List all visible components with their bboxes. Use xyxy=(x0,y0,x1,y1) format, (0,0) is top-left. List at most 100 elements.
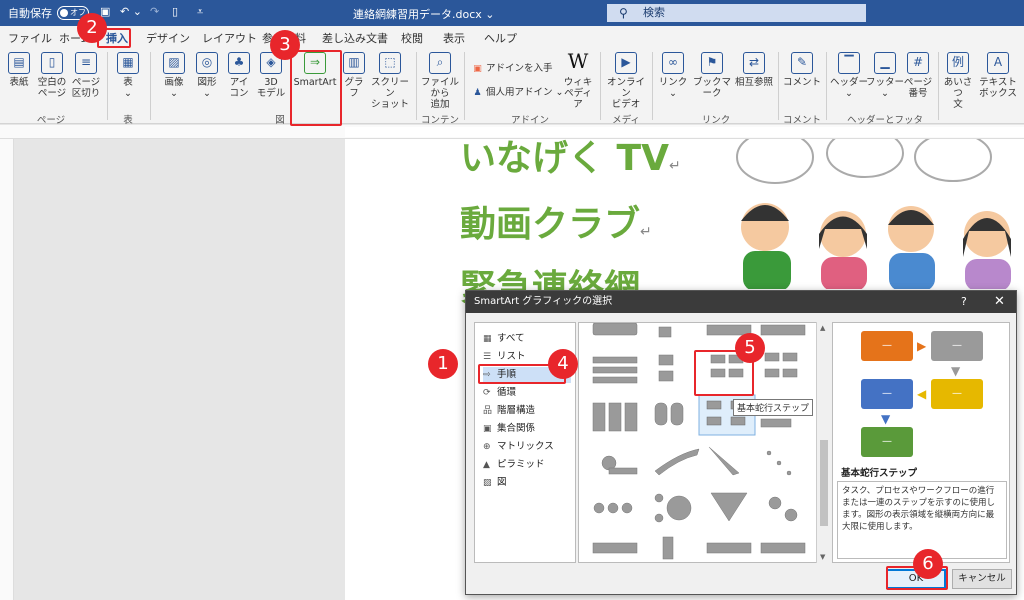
wikipedia-button[interactable]: W ウィキ ペディア xyxy=(560,51,596,110)
comment-button[interactable]: ✎ コメント xyxy=(782,52,822,88)
tab-view[interactable]: 表示 xyxy=(443,30,465,46)
help-button[interactable]: ? xyxy=(961,291,967,313)
link-button[interactable]: ∞ リンク ⌄ xyxy=(656,52,690,99)
add-from-file-button[interactable]: ⌕ ファイルから 追加 xyxy=(418,52,462,110)
file-icon[interactable]: ▯ xyxy=(172,5,178,18)
layout-thumb xyxy=(764,352,780,362)
my-addins-button[interactable]: ♟ 個人用アドイン ⌄ xyxy=(472,84,563,99)
table-button[interactable]: ▦ 表 ⌄ xyxy=(112,52,144,99)
page-number-button[interactable]: # ページ 番号 xyxy=(902,52,934,99)
tab-design[interactable]: デザイン xyxy=(146,30,190,46)
vertical-ruler[interactable] xyxy=(0,139,14,600)
list-icon: ☰ xyxy=(483,352,492,362)
tab-mailings[interactable]: 差し込み文書 xyxy=(322,30,388,46)
category-relationship[interactable]: ▣ 集合関係 xyxy=(483,421,571,437)
preview-step-4: — xyxy=(861,379,913,409)
gallery-scrollbar[interactable]: ▲ ▼ xyxy=(816,322,830,563)
preview-step-2: — xyxy=(931,331,983,361)
pyramid-icon: ▲ xyxy=(483,460,490,470)
undo-icon[interactable]: ↶ ⌄ xyxy=(120,5,142,18)
close-button[interactable]: ✕ xyxy=(994,291,1005,313)
picture-icon: ▨ xyxy=(483,478,492,488)
ribbon-separator xyxy=(826,52,827,120)
layout-thumb xyxy=(608,467,638,475)
chart-button[interactable]: ▥ グラフ xyxy=(340,52,368,99)
preview-step-3: — xyxy=(931,379,983,409)
layout-thumb xyxy=(608,402,622,432)
layout-thumb xyxy=(658,370,674,382)
footer-button[interactable]: ▁ フッター ⌄ xyxy=(866,52,904,99)
scroll-down-icon[interactable]: ▼ xyxy=(820,553,825,561)
search-icon: ⚲ xyxy=(619,6,628,20)
person-2-body xyxy=(821,257,867,289)
arrow-right-icon: ▶ xyxy=(917,339,927,353)
category-hierarchy[interactable]: 品階層構造 xyxy=(483,403,571,419)
image-button[interactable]: ▨ 画像 ⌄ xyxy=(158,52,190,99)
category-cycle[interactable]: ⟳ 循環 xyxy=(483,385,571,401)
grid-icon: ▦ xyxy=(483,334,492,344)
greeting-button[interactable]: 例あいさつ 文 xyxy=(940,52,976,110)
layout-thumb xyxy=(764,368,780,378)
shape-button[interactable]: ◎ 図形 ⌄ xyxy=(192,52,222,99)
get-addins-button[interactable]: ▣ アドインを入手 xyxy=(472,60,552,75)
layout-thumb xyxy=(592,366,638,374)
customize-icon[interactable]: ⩡ xyxy=(197,5,203,19)
doc-line-2: 動画クラブ↵ xyxy=(460,204,652,245)
layout-thumb xyxy=(710,492,748,522)
layout-thumb xyxy=(592,323,638,336)
layout-thumb xyxy=(592,376,638,384)
layout-thumb xyxy=(592,402,606,432)
layout-thumb xyxy=(670,402,684,426)
textbox-button[interactable]: A テキスト ボックス xyxy=(976,52,1020,99)
scroll-up-icon[interactable]: ▲ xyxy=(820,324,825,332)
page-break-button[interactable]: ≡ ページ 区切り xyxy=(70,52,102,99)
search-input[interactable]: ⚲ 検索 xyxy=(607,4,866,22)
scroll-thumb[interactable] xyxy=(820,440,828,526)
page-break-icon: ≡ xyxy=(75,52,97,74)
tab-layout[interactable]: レイアウト xyxy=(202,30,257,46)
speech-bubble-2 xyxy=(826,139,904,178)
screenshot-button[interactable]: ⬚ スクリーン ショット xyxy=(368,52,412,110)
cross-reference-button[interactable]: ⇄ 相互参照 xyxy=(734,52,774,88)
group-figure-label: 図 xyxy=(275,115,285,126)
video-icon: ▶ xyxy=(615,52,637,74)
person-3-hair xyxy=(888,210,934,225)
ribbon-separator xyxy=(416,52,417,120)
layout-thumb xyxy=(706,542,752,554)
layout-thumb xyxy=(786,470,792,476)
ribbon-separator xyxy=(938,52,939,120)
tab-review[interactable]: 校閲 xyxy=(401,30,423,46)
tab-help[interactable]: ヘルプ xyxy=(484,30,517,46)
step-marker-6: 6 xyxy=(913,549,943,579)
layout-tooltip: 基本蛇行ステップ xyxy=(733,399,814,416)
hierarchy-icon: 品 xyxy=(483,406,493,416)
icon-button[interactable]: ♣ アイ コン xyxy=(224,52,254,99)
arrow-down-icon: ▼ xyxy=(951,364,961,378)
header-icon: ▔ xyxy=(838,52,860,74)
header-button[interactable]: ▔ ヘッダー ⌄ xyxy=(830,52,868,99)
tab-file[interactable]: ファイル xyxy=(8,30,52,46)
speech-bubble-1 xyxy=(736,139,814,184)
cover-page-button[interactable]: ▤ 表紙 xyxy=(4,52,34,88)
group-page-label: ページ xyxy=(36,115,66,126)
layout-thumb xyxy=(621,502,633,514)
bending-step-3 xyxy=(730,416,746,426)
blank-page-button[interactable]: ▯ 空白の ページ xyxy=(34,52,70,99)
cancel-button[interactable]: キャンセル xyxy=(952,569,1012,589)
category-picture[interactable]: ▨ 図 xyxy=(483,475,571,491)
category-all[interactable]: ▦ すべて xyxy=(483,331,571,347)
category-pyramid[interactable]: ▲ ピラミッド xyxy=(483,457,571,473)
redo-icon[interactable]: ↷ xyxy=(150,5,159,18)
group-addin-label: アドイン xyxy=(510,115,549,126)
ribbon-separator xyxy=(600,52,601,120)
category-matrix[interactable]: ⊕ マトリックス xyxy=(483,439,571,455)
document-title[interactable]: 連絡網練習用データ.docx ⌄ xyxy=(353,6,495,22)
horizontal-ruler[interactable] xyxy=(0,125,1024,139)
addin-icon: ♟ xyxy=(473,88,482,98)
bookmark-button[interactable]: ⚑ ブックマーク xyxy=(690,52,734,99)
person-4-body xyxy=(965,259,1011,289)
online-video-button[interactable]: ▶ オンライン ビデオ xyxy=(604,52,648,110)
layout-thumb xyxy=(666,495,692,521)
preview-step-1: — xyxy=(861,331,913,361)
matrix-icon: ⊕ xyxy=(483,442,491,452)
